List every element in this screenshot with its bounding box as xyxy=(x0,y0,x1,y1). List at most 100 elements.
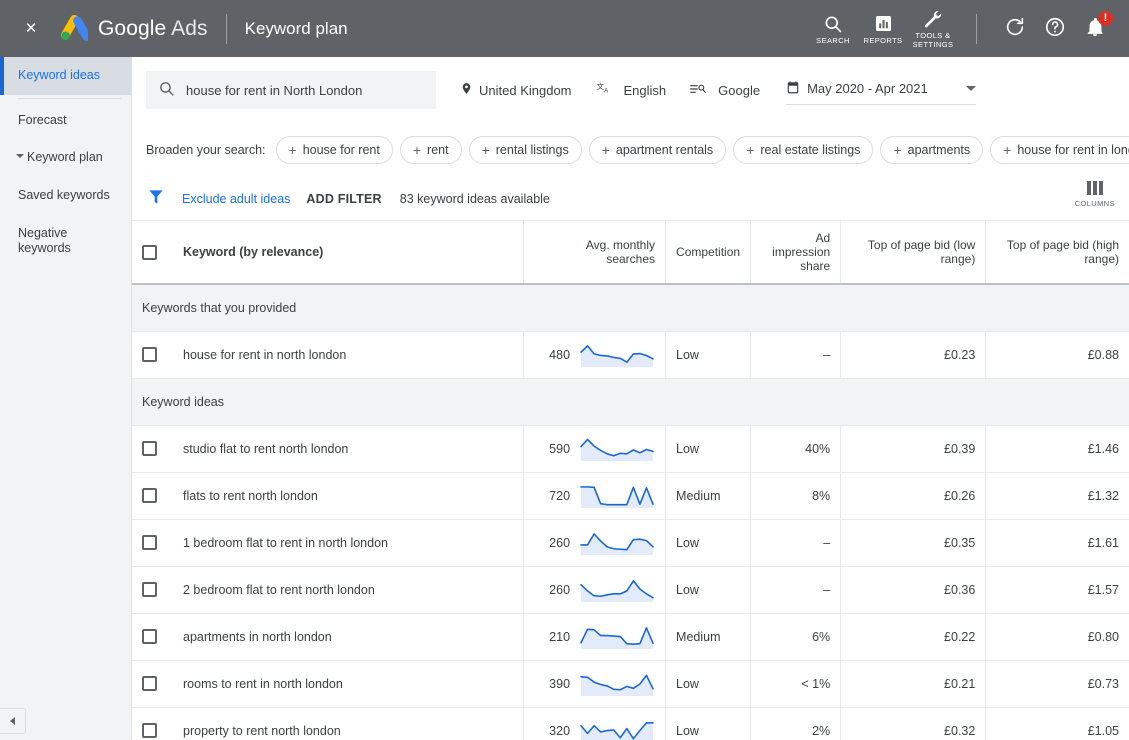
row-checkbox[interactable] xyxy=(142,629,157,644)
broaden-chip[interactable]: +house for rent xyxy=(276,136,393,164)
row-checkbox[interactable] xyxy=(142,582,157,597)
broaden-chip[interactable]: +apartments xyxy=(880,136,983,164)
row-checkbox[interactable] xyxy=(142,535,157,550)
header-tools-settings-button[interactable]: TOOLS & SETTINGS xyxy=(908,7,958,49)
cell-competition: Low xyxy=(666,660,751,707)
column-header-keyword[interactable]: Keyword (by relevance) xyxy=(132,221,523,284)
network-selector[interactable]: Google xyxy=(690,82,760,99)
header-tools-settings-label: TOOLS & SETTINGS xyxy=(913,32,954,49)
cell-top-of-page-bid-low: £0.23 xyxy=(841,331,986,378)
column-header-top-of-page-bid-low[interactable]: Top of page bid (low range) xyxy=(841,221,986,284)
search-volume-sparkline xyxy=(578,575,656,605)
refresh-button[interactable] xyxy=(995,9,1035,49)
header-reports-button[interactable]: REPORTS xyxy=(858,12,908,46)
column-header-competition[interactable]: Competition xyxy=(666,221,751,284)
date-range-selector[interactable]: May 2020 - Apr 2021 xyxy=(786,76,976,105)
keyword-search-field[interactable]: house for rent in North London xyxy=(146,71,436,109)
row-checkbox[interactable] xyxy=(142,676,157,691)
table-row[interactable]: 2 bedroom flat to rent north london 260 … xyxy=(132,566,1129,613)
table-row[interactable]: property to rent north london 320 Low 2%… xyxy=(132,707,1129,740)
cell-avg-monthly-searches: 210 xyxy=(523,613,665,660)
cell-keyword: 2 bedroom flat to rent north london xyxy=(132,566,523,613)
exclude-adult-ideas-link[interactable]: Exclude adult ideas xyxy=(182,192,290,206)
search-volume-sparkline xyxy=(578,528,656,558)
cell-ad-impression-share: 40% xyxy=(751,425,841,472)
row-checkbox[interactable] xyxy=(142,723,157,738)
search-icon xyxy=(158,80,175,100)
search-volume-sparkline xyxy=(578,434,656,464)
column-header-avg-monthly-searches[interactable]: Avg. monthly searches xyxy=(523,221,665,284)
plus-icon: + xyxy=(602,143,610,157)
cell-top-of-page-bid-low: £0.35 xyxy=(841,519,986,566)
header-divider-2 xyxy=(976,14,977,44)
column-header-keyword-label: Keyword (by relevance) xyxy=(183,245,323,259)
broaden-chip[interactable]: +rent xyxy=(400,136,462,164)
table-row[interactable]: apartments in north london 210 Medium 6%… xyxy=(132,613,1129,660)
broaden-chip[interactable]: +rental listings xyxy=(469,136,582,164)
sidebar-item-negative-keywords[interactable]: Negative keywords xyxy=(0,215,131,268)
calendar-icon xyxy=(786,80,800,98)
broaden-chip-label: house for rent xyxy=(303,143,380,157)
sidebar-item-keyword-plan[interactable]: Keyword plan xyxy=(0,139,131,177)
brand-ads: Ads xyxy=(171,17,208,40)
broaden-chip[interactable]: +real estate listings xyxy=(733,136,873,164)
cell-top-of-page-bid-high: £1.46 xyxy=(986,425,1129,472)
cell-competition: Medium xyxy=(666,472,751,519)
table-row[interactable]: rooms to rent in north london 390 Low < … xyxy=(132,660,1129,707)
sidebar-item-saved-keywords[interactable]: Saved keywords xyxy=(0,177,131,215)
cell-keyword: studio flat to rent north london xyxy=(132,425,523,472)
avg-monthly-searches-value: 390 xyxy=(549,677,570,691)
search-volume-sparkline xyxy=(578,622,656,652)
svg-text:文: 文 xyxy=(596,81,604,91)
row-checkbox[interactable] xyxy=(142,347,157,362)
app-header: × Google Ads Keyword plan SEARCH xyxy=(0,0,1129,57)
columns-button[interactable]: COLUMNS xyxy=(1075,181,1115,208)
keyword-label: property to rent north london xyxy=(183,724,341,738)
table-row[interactable]: house for rent in north london 480 Low –… xyxy=(132,331,1129,378)
table-row[interactable]: studio flat to rent north london 590 Low… xyxy=(132,425,1129,472)
brand-google: Google xyxy=(98,17,166,40)
cell-keyword: property to rent north london xyxy=(132,707,523,740)
broaden-chip-label: apartments xyxy=(908,143,971,157)
cell-top-of-page-bid-high: £1.57 xyxy=(986,566,1129,613)
avg-monthly-searches-value: 720 xyxy=(549,489,570,503)
broaden-chip[interactable]: +house for rent in london xyxy=(990,136,1129,164)
table-group-row: Keywords that you provided xyxy=(132,284,1129,331)
sidebar-item-forecast[interactable]: Forecast xyxy=(0,102,131,140)
language-selector[interactable]: 文 A English xyxy=(596,81,667,99)
header-search-button[interactable]: SEARCH xyxy=(808,12,858,46)
notifications-button[interactable]: ! xyxy=(1075,9,1115,49)
select-all-checkbox[interactable] xyxy=(142,245,157,260)
avg-monthly-searches-value: 590 xyxy=(549,442,570,456)
main-content: house for rent in North London United Ki… xyxy=(132,57,1129,740)
filter-icon[interactable] xyxy=(146,187,166,210)
column-header-ad-impression-share[interactable]: Ad impression share xyxy=(751,221,841,284)
cell-ad-impression-share: 8% xyxy=(751,472,841,519)
table-row[interactable]: flats to rent north london 720 Medium 8%… xyxy=(132,472,1129,519)
svg-text:A: A xyxy=(604,87,609,94)
broaden-chip-label: real estate listings xyxy=(760,143,860,157)
sidebar-item-label: Saved keywords xyxy=(18,188,110,202)
keyword-label: apartments in north london xyxy=(183,630,332,644)
sidebar-item-keyword-ideas[interactable]: Keyword ideas xyxy=(0,57,131,95)
cell-keyword: flats to rent north london xyxy=(132,472,523,519)
broaden-chip-label: rent xyxy=(427,143,449,157)
help-button[interactable] xyxy=(1035,9,1075,49)
column-header-top-of-page-bid-high[interactable]: Top of page bid (high range) xyxy=(986,221,1129,284)
cell-ad-impression-share: < 1% xyxy=(751,660,841,707)
table-row[interactable]: 1 bedroom flat to rent in north london 2… xyxy=(132,519,1129,566)
network-label: Google xyxy=(718,83,760,98)
row-checkbox[interactable] xyxy=(142,441,157,456)
cell-top-of-page-bid-low: £0.22 xyxy=(841,613,986,660)
plus-icon: + xyxy=(1003,143,1011,157)
broaden-chip[interactable]: +apartment rentals xyxy=(589,136,726,164)
collapse-sidebar-button[interactable] xyxy=(0,708,26,734)
keyword-label: studio flat to rent north london xyxy=(183,442,348,456)
sidebar: Keyword ideas Forecast Keyword plan Save… xyxy=(0,57,132,740)
row-checkbox[interactable] xyxy=(142,488,157,503)
add-filter-button[interactable]: ADD FILTER xyxy=(306,192,381,206)
close-button[interactable]: × xyxy=(14,12,48,46)
location-selector[interactable]: United Kingdom xyxy=(460,81,572,99)
cell-avg-monthly-searches: 390 xyxy=(523,660,665,707)
google-ads-brand[interactable]: Google Ads xyxy=(58,15,208,43)
